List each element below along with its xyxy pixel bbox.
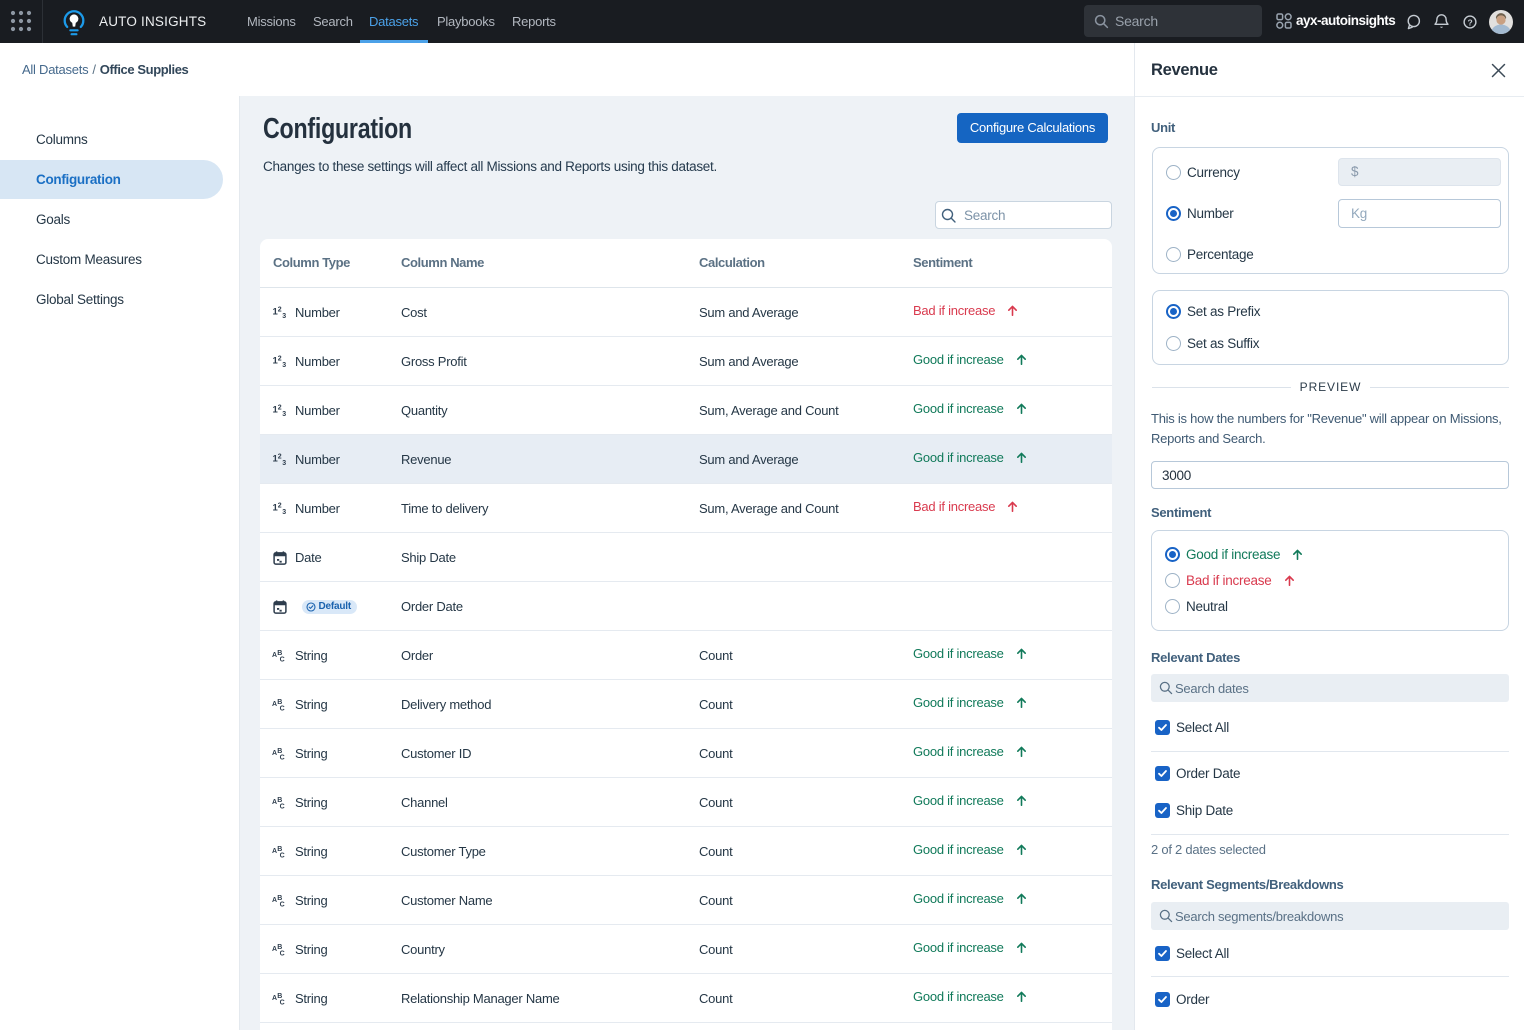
svg-text:3: 3 — [282, 509, 286, 516]
svg-text:C: C — [280, 950, 285, 957]
svg-text:C: C — [280, 901, 285, 908]
svg-text:2: 2 — [278, 454, 282, 461]
svg-text:3: 3 — [282, 313, 286, 320]
svg-text:C: C — [280, 852, 285, 859]
svg-text:2: 2 — [278, 307, 282, 314]
svg-text:3: 3 — [282, 411, 286, 418]
svg-text:2: 2 — [278, 503, 282, 510]
svg-text:2: 2 — [278, 356, 282, 363]
svg-text:?: ? — [1468, 17, 1473, 27]
svg-text:3: 3 — [282, 362, 286, 369]
svg-text:C: C — [280, 656, 285, 663]
svg-text:C: C — [280, 803, 285, 810]
svg-text:C: C — [280, 754, 285, 761]
svg-text:3: 3 — [282, 460, 286, 467]
svg-text:2: 2 — [278, 405, 282, 412]
svg-text:C: C — [280, 705, 285, 712]
svg-text:C: C — [280, 999, 285, 1006]
